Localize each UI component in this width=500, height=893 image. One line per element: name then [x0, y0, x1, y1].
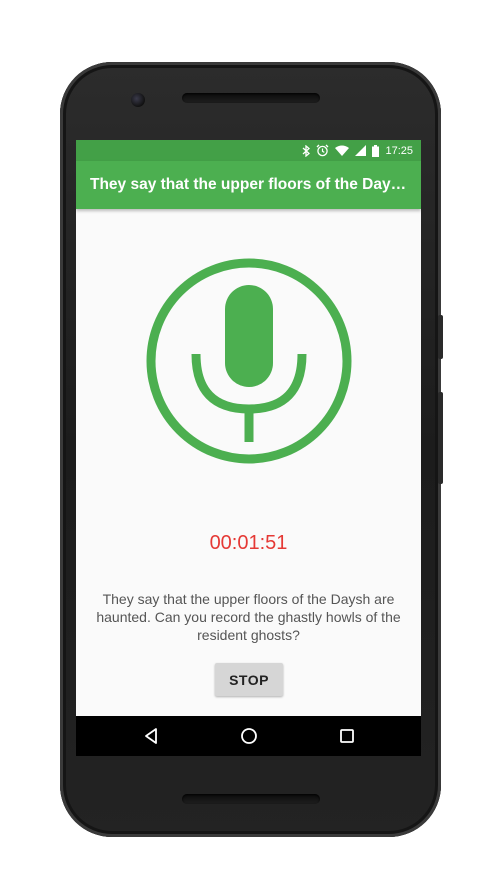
microphone-icon[interactable] [146, 258, 352, 464]
alarm-icon [316, 144, 329, 157]
status-time: 17:25 [385, 144, 413, 157]
recents-icon[interactable] [337, 726, 357, 746]
app-bar: They say that the upper floors of the Da… [76, 161, 421, 209]
stop-button[interactable]: STOP [215, 663, 283, 696]
wifi-icon [335, 145, 350, 156]
recording-prompt: They say that the upper floors of the Da… [96, 591, 401, 643]
front-camera [131, 93, 145, 107]
app-title: They say that the upper floors of the Da… [90, 176, 408, 193]
screen: 17:25 They say that the upper floors of … [76, 140, 421, 756]
top-speaker [182, 93, 320, 103]
bluetooth-icon [302, 144, 311, 157]
power-button [438, 315, 443, 359]
navigation-bar [76, 716, 421, 756]
home-icon[interactable] [239, 726, 259, 746]
signal-icon [355, 145, 367, 156]
volume-button [438, 392, 443, 484]
back-icon[interactable] [142, 726, 162, 746]
battery-icon [372, 144, 380, 157]
bottom-speaker [182, 794, 320, 804]
status-bar: 17:25 [76, 140, 421, 161]
recording-timer: 00:01:51 [209, 532, 288, 554]
